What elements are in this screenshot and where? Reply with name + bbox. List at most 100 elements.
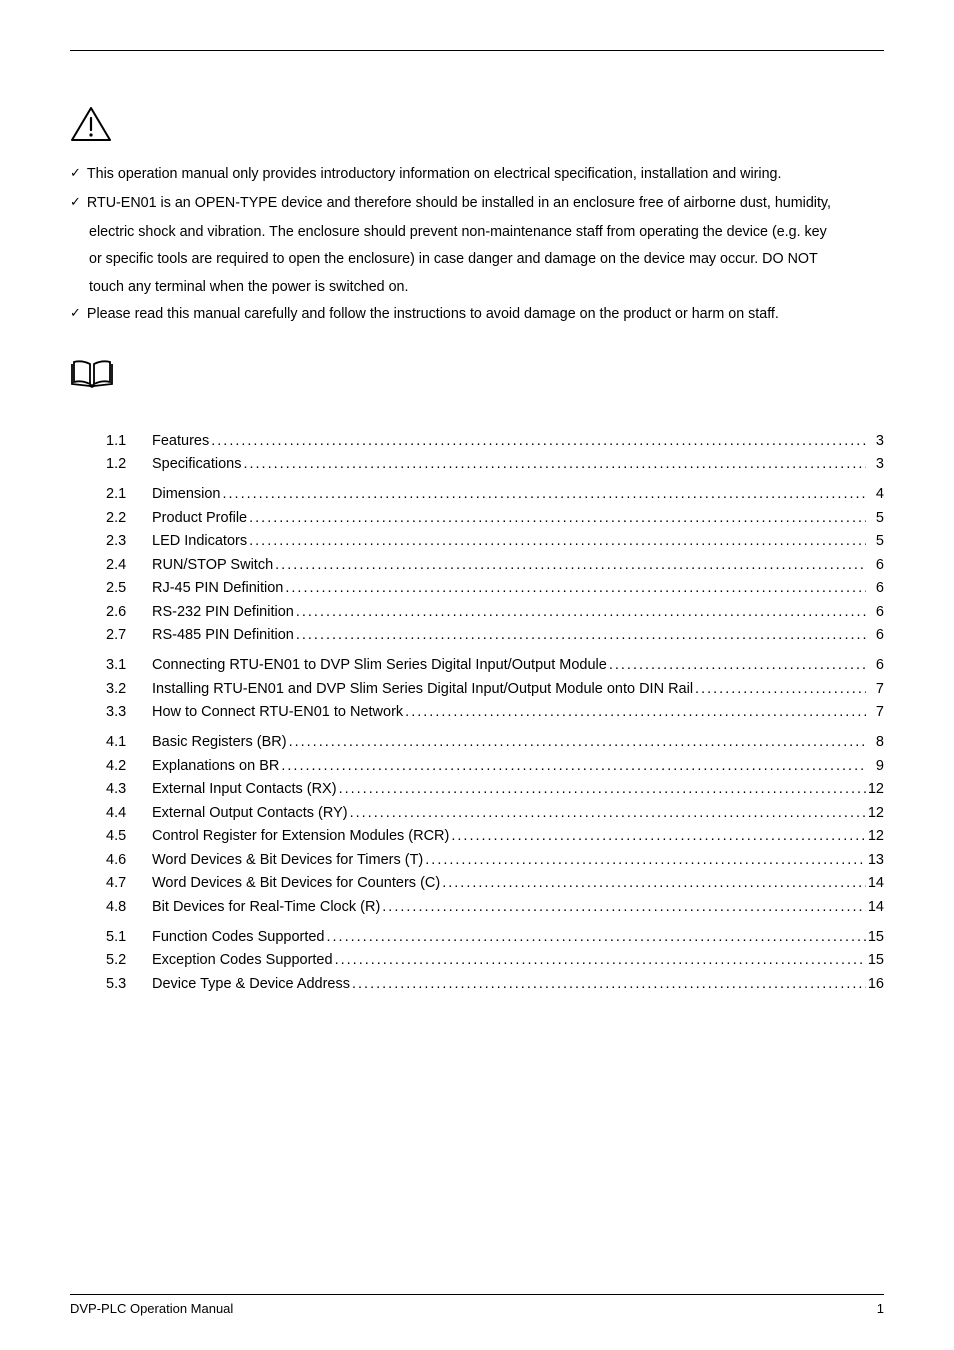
toc-title: Connecting RTU-EN01 to DVP Slim Series D… [152,657,607,673]
toc-group: 4.1 Basic Registers (BR) 8 4.2 Explanati… [70,734,884,915]
toc-entry: 5.2 Exception Codes Supported 15 [70,952,884,968]
toc-number: 1.1 [106,433,152,449]
toc-title: Specifications [152,456,241,472]
toc-leader [607,657,866,673]
toc-leader [440,875,866,891]
toc-page: 15 [866,929,884,945]
toc-title: Dimension [152,486,221,502]
toc-entry: 2.3 LED Indicators 5 [70,533,884,549]
toc-entry: 3.3 How to Connect RTU-EN01 to Network 7 [70,704,884,720]
toc-title: LED Indicators [152,533,247,549]
toc-title: Function Codes Supported [152,929,325,945]
toc-number: 2.2 [106,510,152,526]
toc-entry: 5.3 Device Type & Device Address 16 [70,976,884,992]
toc-page: 6 [866,557,884,573]
toc-number: 4.7 [106,875,152,891]
toc-title: Bit Devices for Real-Time Clock (R) [152,899,380,915]
toc-number: 2.7 [106,627,152,643]
note-text: touch any terminal when the power is swi… [70,274,884,301]
toc-title: Basic Registers (BR) [152,734,287,750]
toc-group: 1.1 Features 3 1.2 Specifications 3 [70,433,884,473]
toc-group: 5.1 Function Codes Supported 15 5.2 Exce… [70,929,884,992]
toc-entry: 1.2 Specifications 3 [70,456,884,472]
toc-page: 7 [866,681,884,697]
toc-page: 7 [866,704,884,720]
toc-page: 12 [866,781,884,797]
toc-number: 2.3 [106,533,152,549]
toc-entry: 4.1 Basic Registers (BR) 8 [70,734,884,750]
header-rule [70,50,884,51]
toc-number: 2.1 [106,486,152,502]
toc-number: 5.1 [106,929,152,945]
toc-page: 16 [866,976,884,992]
note-item: ✓ This operation manual only provides in… [70,161,884,188]
toc-leader [294,604,866,620]
toc-entry: 2.4 RUN/STOP Switch 6 [70,557,884,573]
checkmark-icon: ✓ [70,161,81,186]
toc-page: 9 [866,758,884,774]
toc-leader [287,734,866,750]
toc-title: Features [152,433,209,449]
toc-entry: 2.7 RS-485 PIN Definition 6 [70,627,884,643]
toc-page: 5 [866,510,884,526]
toc-group: 2.1 Dimension 4 2.2 Product Profile 5 2.… [70,486,884,643]
note-text: electric shock and vibration. The enclos… [70,219,884,246]
footer-rule [70,1294,884,1295]
toc-entry: 4.7 Word Devices & Bit Devices for Count… [70,875,884,891]
toc-number: 4.6 [106,852,152,868]
toc-entry: 2.2 Product Profile 5 [70,510,884,526]
warning-notes: ✓ This operation manual only provides in… [70,161,884,328]
toc-leader [403,704,866,720]
note-item: ✓ RTU-EN01 is an OPEN-TYPE device and th… [70,190,884,217]
toc-leader [283,580,866,596]
toc-entry: 3.1 Connecting RTU-EN01 to DVP Slim Seri… [70,657,884,673]
toc-group: 3.1 Connecting RTU-EN01 to DVP Slim Seri… [70,657,884,720]
toc-title: Explanations on BR [152,758,279,774]
toc-number: 5.2 [106,952,152,968]
note-text: Please read this manual carefully and fo… [87,301,884,328]
toc-title: External Input Contacts (RX) [152,781,337,797]
toc-leader [209,433,866,449]
toc-page: 6 [866,657,884,673]
note-text: This operation manual only provides intr… [87,161,884,188]
toc-number: 3.1 [106,657,152,673]
toc-entry: 4.6 Word Devices & Bit Devices for Timer… [70,852,884,868]
note-item: ✓ Please read this manual carefully and … [70,301,884,328]
toc-leader [423,852,866,868]
toc-entry: 2.1 Dimension 4 [70,486,884,502]
toc-leader [247,533,866,549]
toc-title: RS-232 PIN Definition [152,604,294,620]
toc-number: 5.3 [106,976,152,992]
footer-left-text: DVP-PLC Operation Manual [70,1301,233,1316]
toc-title: Word Devices & Bit Devices for Timers (T… [152,852,423,868]
toc-entry: 4.4 External Output Contacts (RY) 12 [70,805,884,821]
toc-number: 3.3 [106,704,152,720]
toc-leader [337,781,866,797]
toc-leader [348,805,866,821]
checkmark-icon: ✓ [70,190,81,215]
toc-page: 6 [866,627,884,643]
toc-title: RUN/STOP Switch [152,557,273,573]
toc-page: 14 [866,875,884,891]
toc-page: 12 [866,828,884,844]
toc-page: 3 [866,456,884,472]
toc-leader [449,828,866,844]
page: ✓ This operation manual only provides in… [0,0,954,1350]
toc-leader [325,929,867,945]
toc-page: 12 [866,805,884,821]
toc-title: Control Register for Extension Modules (… [152,828,449,844]
toc-leader [247,510,866,526]
toc-leader [380,899,866,915]
toc-page: 8 [866,734,884,750]
toc-page: 6 [866,604,884,620]
toc-leader [241,456,866,472]
toc-number: 4.8 [106,899,152,915]
toc-title: Product Profile [152,510,247,526]
table-of-contents: 1.1 Features 3 1.2 Specifications 3 2.1 … [70,433,884,992]
toc-number: 4.5 [106,828,152,844]
toc-title: RJ-45 PIN Definition [152,580,283,596]
toc-leader [350,976,866,992]
toc-leader [221,486,867,502]
toc-title: Device Type & Device Address [152,976,350,992]
toc-leader [333,952,866,968]
